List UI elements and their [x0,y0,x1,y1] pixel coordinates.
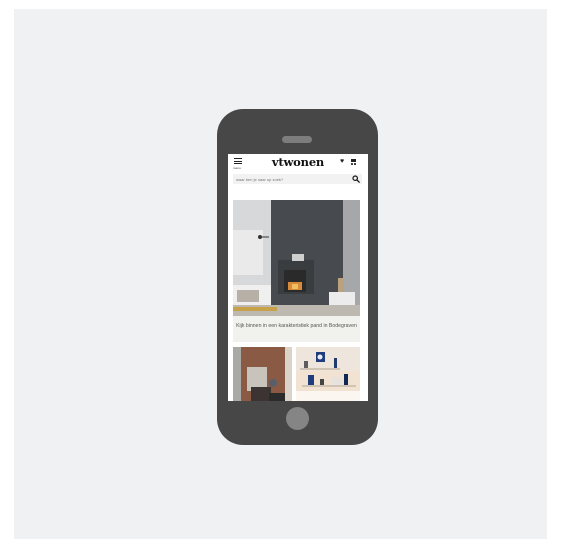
phone-mockup: menu vtwonen ♥ waar ben je naar op zoek?… [217,109,378,445]
shelf-vases-photo [296,347,360,401]
site-header: menu vtwonen ♥ [228,154,368,173]
search-input[interactable] [233,174,348,184]
fireplace-photo [233,200,360,316]
search-bar [233,174,362,184]
hero-article-image[interactable] [233,200,360,316]
search-icon[interactable] [352,175,360,183]
brand-logo[interactable]: vtwonen [228,155,368,169]
phone-speaker [282,136,312,143]
home-button[interactable] [286,407,309,430]
brick-wall-photo [233,347,292,401]
thumbnail-article-2[interactable] [296,347,360,401]
thumbnail-article-1[interactable] [233,347,292,401]
hero-article-title[interactable]: Kijk binnen in een karakteristiek pand i… [233,316,360,342]
cart-icon[interactable] [350,159,356,165]
phone-screen: menu vtwonen ♥ waar ben je naar op zoek?… [228,154,368,401]
heart-icon[interactable]: ♥ [340,157,344,167]
